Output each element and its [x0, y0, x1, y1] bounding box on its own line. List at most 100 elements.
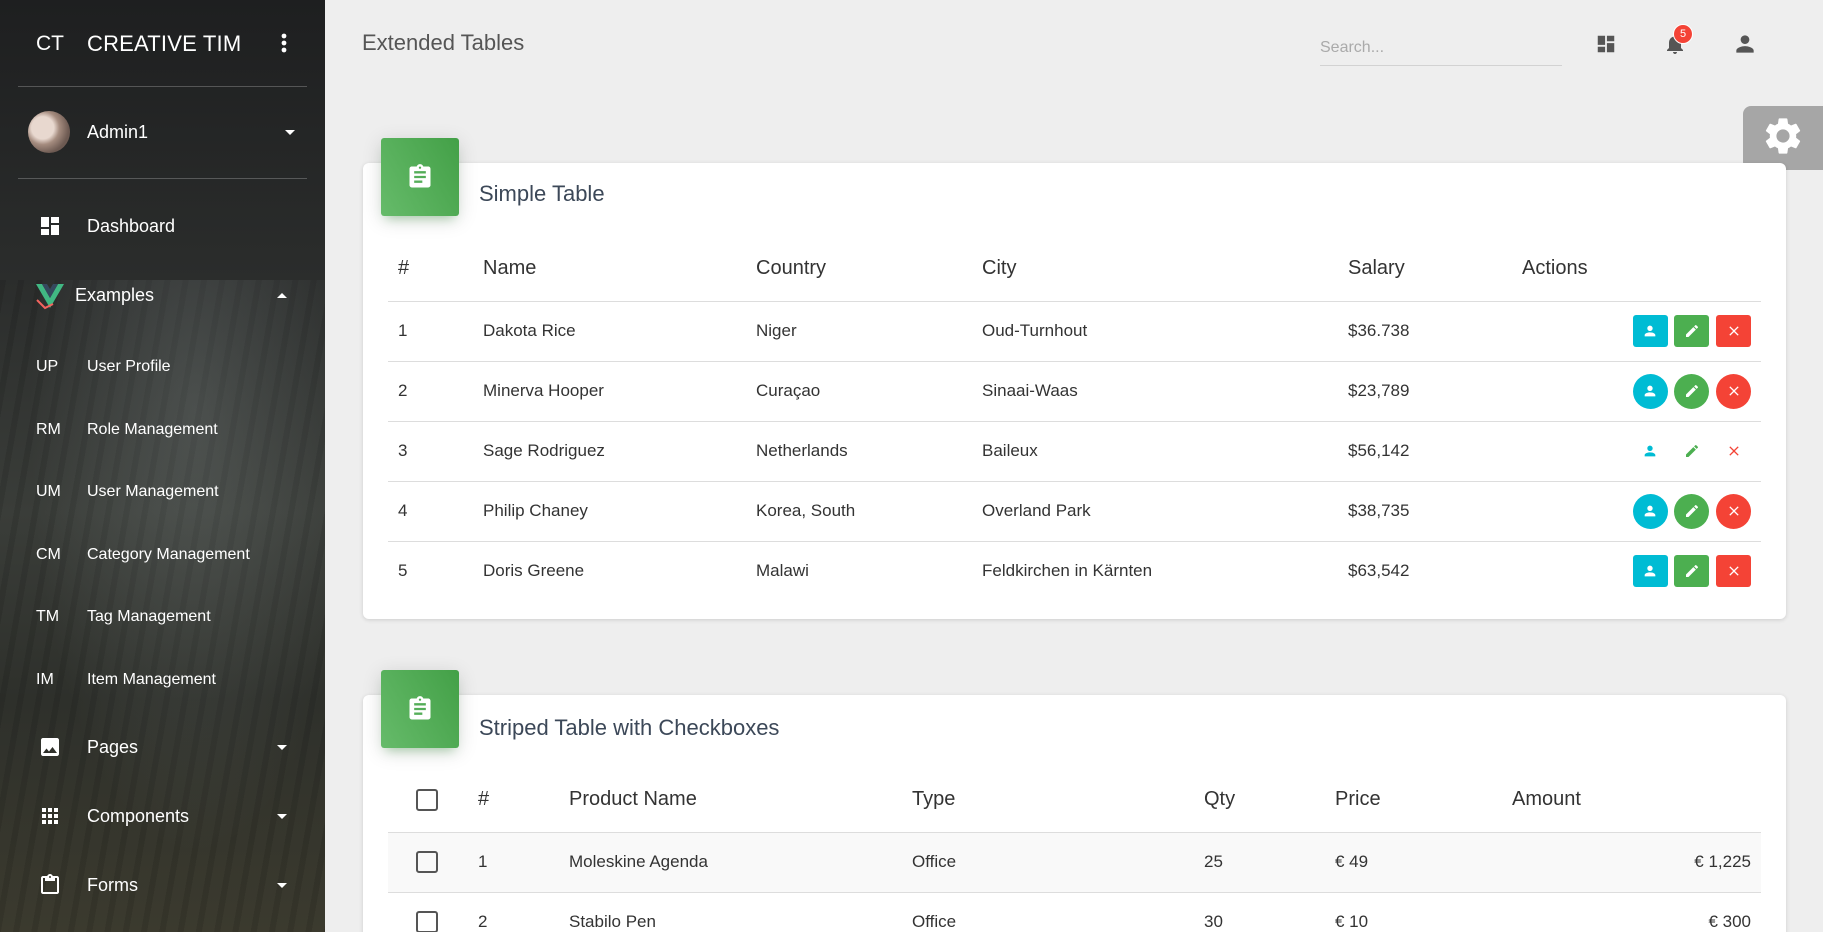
- view-button[interactable]: [1632, 555, 1668, 588]
- col-header: Product Name: [559, 768, 902, 833]
- sidebar-item-pages[interactable]: Pages: [0, 725, 325, 769]
- cell-country: Niger: [746, 301, 972, 362]
- simple-table: # Name Country City Salary Actions 1 Dak…: [388, 237, 1761, 601]
- sidebar-item-components[interactable]: Components: [0, 794, 325, 838]
- cell-city: Baileux: [972, 421, 1338, 482]
- dashboard-icon[interactable]: [1593, 31, 1619, 57]
- dashboard-icon: [38, 214, 62, 238]
- row-checkbox[interactable]: [416, 911, 438, 932]
- sidebar: CT CREATIVE TIM Admin1 Dashboard Example…: [0, 0, 325, 932]
- cell-id: 2: [388, 361, 473, 422]
- sidebar-item-examples[interactable]: Examples: [0, 273, 325, 317]
- cell-id: 5: [398, 561, 408, 581]
- sidebar-item-dashboard[interactable]: Dashboard: [0, 204, 325, 248]
- card-title: Simple Table: [479, 181, 605, 206]
- chevron-down-icon: [277, 882, 287, 888]
- table-row: 1 Moleskine Agenda Office 25 € 49 € 1,22…: [388, 832, 1761, 893]
- sidebar-subitem-user-profile[interactable]: UP User Profile: [0, 347, 325, 387]
- notification-badge: 5: [1673, 24, 1693, 44]
- cell-id: 4: [388, 481, 473, 542]
- row-checkbox[interactable]: [416, 851, 438, 873]
- row-actions: [1512, 481, 1761, 542]
- sidebar-item-forms[interactable]: Forms: [0, 863, 325, 907]
- avatar: [28, 111, 70, 153]
- cell-city: Oud-Turnhout: [972, 301, 1338, 362]
- subitem-mini: UM: [36, 483, 61, 500]
- logo-text: CREATIVE TIM: [87, 30, 242, 56]
- image-icon: [38, 735, 62, 759]
- view-button[interactable]: [1633, 435, 1668, 467]
- col-header: Salary: [1338, 237, 1512, 302]
- vue-laravel-icon: [33, 283, 67, 310]
- apps-icon: [38, 804, 62, 828]
- subitem-label: Role Management: [87, 421, 218, 438]
- table-row: 2 Minerva Hooper Curaçao Sinaai-Waas $23…: [388, 361, 1761, 422]
- cell-name: Doris Greene: [483, 561, 585, 581]
- view-button[interactable]: [1632, 373, 1668, 409]
- gear-icon: [1761, 114, 1805, 163]
- subitem-label: User Profile: [87, 358, 171, 375]
- sidebar-subitem-user-management[interactable]: UM User Management: [0, 472, 325, 512]
- delete-button[interactable]: [1716, 555, 1751, 588]
- cell-price: € 10: [1325, 892, 1502, 932]
- delete-button[interactable]: [1716, 435, 1751, 467]
- edit-button[interactable]: [1674, 555, 1710, 588]
- cell-product: Stabilo Pen: [559, 892, 902, 932]
- table-row: 3 Sage Rodriguez Netherlands Baileux $56…: [388, 421, 1761, 482]
- sidebar-logo[interactable]: CT CREATIVE TIM: [0, 0, 325, 87]
- sidebar-divider: [18, 178, 307, 179]
- simple-table-card: Simple Table # Name Country City Salary …: [363, 138, 1786, 619]
- col-header: #: [468, 768, 559, 833]
- card-title: Striped Table with Checkboxes: [479, 715, 780, 740]
- edit-button[interactable]: [1674, 315, 1710, 347]
- col-header: Price: [1325, 768, 1502, 833]
- edit-button[interactable]: [1674, 373, 1710, 409]
- more-vert-icon[interactable]: [281, 33, 287, 57]
- cell-salary: $38,735: [1338, 481, 1512, 542]
- view-button[interactable]: [1632, 315, 1668, 347]
- cell-name: Dakota Rice: [473, 301, 746, 362]
- cell-city: Overland Park: [972, 481, 1338, 542]
- sidebar-subitem-tag-management[interactable]: TM Tag Management: [0, 597, 325, 637]
- cell-price: € 49: [1325, 832, 1502, 893]
- sidebar-item-label: Components: [87, 805, 190, 826]
- col-header: Actions: [1512, 237, 1761, 302]
- table-row: 5 Doris Greene Malawi Feldkirchen in Kär…: [388, 541, 1761, 601]
- cell-id: 1: [388, 301, 473, 362]
- col-header: City: [972, 237, 1338, 302]
- delete-button[interactable]: [1716, 493, 1751, 529]
- cell-id: 3: [388, 421, 473, 482]
- chevron-down-icon: [277, 744, 287, 750]
- search-input[interactable]: [1320, 30, 1562, 66]
- delete-button[interactable]: [1716, 315, 1751, 347]
- chevron-down-icon: [277, 813, 287, 819]
- subitem-mini: TM: [36, 608, 60, 625]
- delete-button[interactable]: [1716, 373, 1751, 409]
- table-row: 4 Philip Chaney Korea, South Overland Pa…: [388, 481, 1761, 542]
- settings-plugin[interactable]: [1743, 106, 1823, 170]
- col-header: Type: [902, 768, 1194, 833]
- subitem-label: Item Management: [87, 671, 216, 688]
- cell-salary: $56,142: [1338, 421, 1512, 482]
- assignment-icon: [381, 138, 459, 216]
- sidebar-subitem-item-management[interactable]: IM Item Management: [0, 660, 325, 700]
- sidebar-subitem-role-management[interactable]: RM Role Management: [0, 410, 325, 450]
- user-menu[interactable]: Admin1: [28, 111, 295, 153]
- sidebar-divider: [18, 86, 307, 87]
- cell-salary: $36.738: [1338, 301, 1512, 362]
- cell-name: Philip Chaney: [473, 481, 746, 542]
- person-icon[interactable]: [1732, 31, 1758, 57]
- edit-button[interactable]: [1674, 435, 1709, 467]
- subitem-label: User Management: [87, 483, 219, 500]
- sidebar-subitem-category-management[interactable]: CM Category Management: [0, 535, 325, 575]
- col-header: Country: [746, 237, 972, 302]
- cell-city: Feldkirchen in Kärnten: [982, 561, 1153, 581]
- subitem-mini: IM: [36, 671, 54, 688]
- edit-button[interactable]: [1674, 493, 1710, 529]
- striped-table: # Product Name Type Qty Price Amount 1 M…: [388, 768, 1761, 932]
- cell-checkbox: [388, 892, 468, 932]
- subitem-mini: CM: [36, 546, 61, 563]
- select-all-checkbox[interactable]: [416, 788, 438, 811]
- cell-qty: 30: [1194, 892, 1325, 932]
- view-button[interactable]: [1632, 493, 1668, 529]
